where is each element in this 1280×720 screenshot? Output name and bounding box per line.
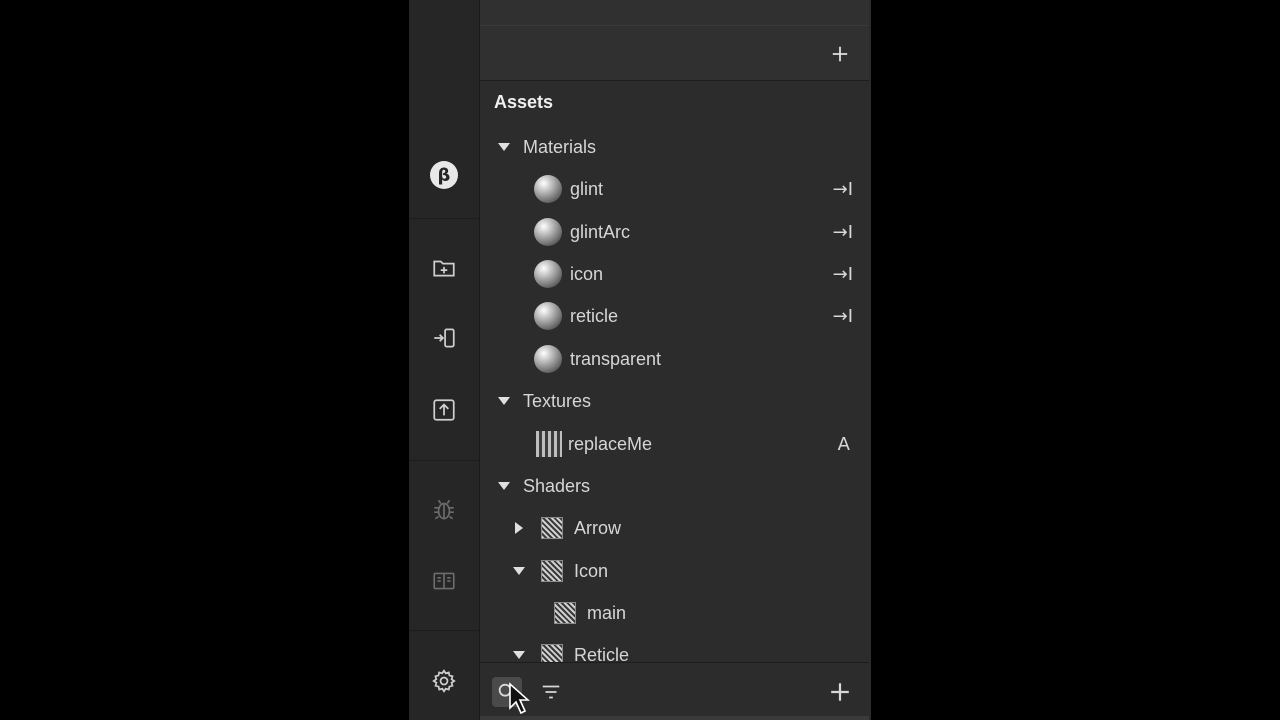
apply-icon[interactable]: →I (833, 179, 853, 200)
gear-icon[interactable] (426, 663, 462, 699)
caret-down-icon[interactable] (496, 478, 512, 494)
assets-panel: Assets Materials glint →I glintArc →I ic… (480, 0, 871, 720)
caret-right-icon[interactable] (511, 520, 527, 536)
caret-down-icon[interactable] (496, 393, 512, 409)
materials-folder[interactable]: Materials (480, 127, 871, 167)
sidebar-divider (409, 218, 479, 219)
shader-icon (541, 517, 563, 539)
assets-title: Assets (494, 92, 554, 112)
shader-icon (541, 560, 563, 582)
material-sphere-icon (534, 345, 562, 373)
folder-label: Materials (523, 136, 597, 157)
folder-label: Shaders (523, 475, 591, 496)
asset-name: glintArc (570, 221, 631, 242)
app-window: β Assets Materials glint →I glintArc →I … (409, 0, 871, 720)
list-item[interactable]: reticle →I (480, 296, 871, 336)
texture-type-badge: A (837, 434, 850, 455)
beta-icon[interactable]: β (426, 157, 462, 193)
upload-icon[interactable] (426, 392, 462, 428)
material-sphere-icon (534, 218, 562, 246)
list-item[interactable]: replaceMe A (480, 424, 871, 464)
scene-panel (480, 0, 869, 81)
shader-icon (554, 602, 576, 624)
folder-label: Textures (523, 390, 592, 411)
add-asset-button[interactable] (825, 677, 855, 707)
list-item[interactable]: main (480, 593, 871, 633)
asset-name: replaceMe (568, 433, 653, 454)
material-sphere-icon (534, 302, 562, 330)
panel-divider (480, 25, 869, 26)
apply-icon[interactable]: →I (833, 264, 853, 285)
book-icon[interactable] (426, 563, 462, 599)
apply-icon[interactable]: →I (833, 306, 853, 327)
asset-name: glint (570, 178, 604, 199)
texture-icon (536, 431, 562, 457)
list-item[interactable]: transparent (480, 339, 871, 379)
bottom-toolbar (480, 662, 869, 720)
filter-icon[interactable] (536, 677, 566, 707)
asset-name: main (587, 602, 627, 623)
sidebar-divider (409, 460, 479, 461)
caret-down-icon[interactable] (496, 139, 512, 155)
new-folder-icon[interactable] (426, 250, 462, 286)
shaders-folder[interactable]: Shaders (480, 466, 871, 506)
icon-sidebar: β (409, 0, 480, 720)
mouse-cursor-icon (509, 682, 530, 715)
asset-name: Arrow (574, 517, 622, 538)
asset-name: transparent (570, 348, 662, 369)
add-object-button[interactable] (830, 44, 850, 64)
material-sphere-icon (534, 175, 562, 203)
list-item[interactable]: glint →I (480, 169, 871, 209)
asset-name: reticle (570, 305, 619, 326)
sign-in-icon[interactable] (426, 320, 462, 356)
bug-icon[interactable] (426, 492, 462, 528)
caret-down-icon[interactable] (511, 647, 527, 663)
asset-name: Icon (574, 560, 609, 581)
horizontal-scrollbar[interactable] (480, 716, 869, 720)
apply-icon[interactable]: →I (833, 222, 853, 243)
list-item[interactable]: Arrow (480, 508, 871, 548)
beta-badge: β (430, 161, 458, 189)
caret-down-icon[interactable] (511, 563, 527, 579)
list-item[interactable]: glintArc →I (480, 212, 871, 252)
list-item[interactable]: icon →I (480, 254, 871, 294)
sidebar-divider (409, 630, 479, 631)
textures-folder[interactable]: Textures (480, 381, 871, 421)
asset-name: icon (570, 263, 604, 284)
list-item[interactable]: Icon (480, 551, 871, 591)
material-sphere-icon (534, 260, 562, 288)
